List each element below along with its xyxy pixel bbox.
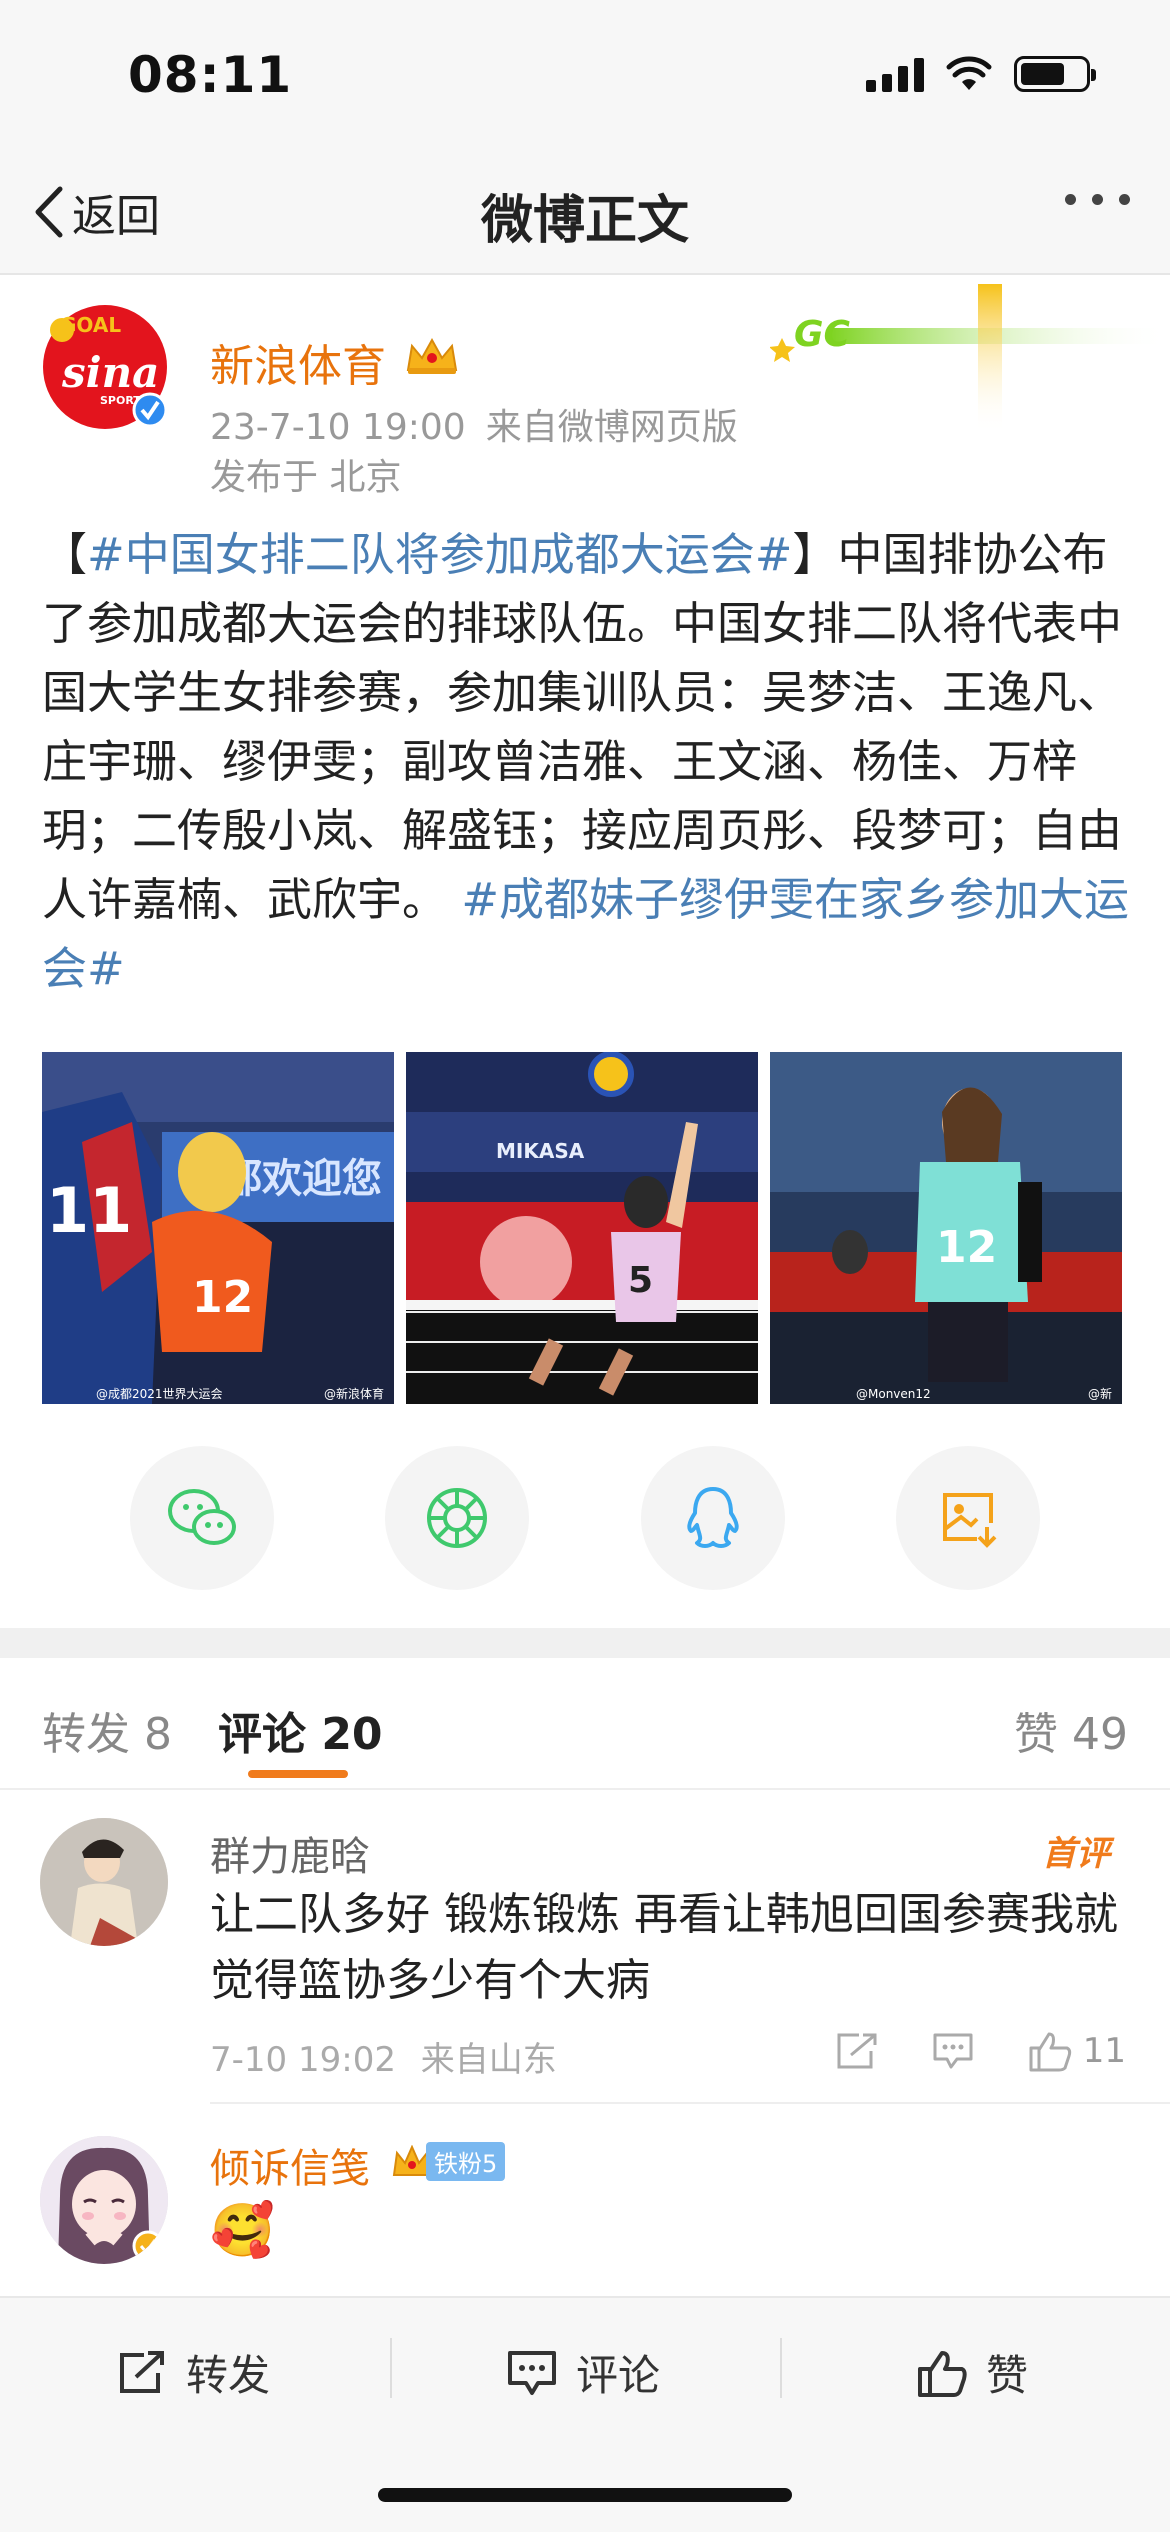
avatar[interactable] xyxy=(40,1818,168,1946)
wifi-icon xyxy=(946,56,992,90)
home-indicator xyxy=(378,2488,792,2502)
share-wechat-button[interactable] xyxy=(130,1446,274,1590)
save-image-button[interactable] xyxy=(895,1446,1040,1590)
comment-like-count: 11 xyxy=(1082,2031,1126,2071)
share-row xyxy=(130,1446,1040,1590)
status-time: 08:11 xyxy=(128,46,293,104)
comment-username[interactable]: 倾诉信笺 xyxy=(210,2136,370,2194)
svg-text:GC: GC xyxy=(794,314,851,355)
repost-label: 转发 xyxy=(186,2351,271,2400)
svg-text:sina: sina xyxy=(61,348,159,397)
post-text-segment: 【 xyxy=(42,528,88,581)
hashtag-link[interactable]: #中国女排二队将参加成都大运会# xyxy=(87,528,792,581)
tab-like[interactable]: 赞 49 xyxy=(1014,1698,1128,1762)
thumbs-up-icon xyxy=(1029,2032,1071,2072)
photo-3-watermark: @Monven12 xyxy=(856,1387,931,1401)
section-divider xyxy=(0,1628,1170,1658)
photo-1-watermark-2: @新浪体育 xyxy=(324,1386,384,1401)
repost-icon xyxy=(120,2350,164,2393)
status-bar: 08:11 xyxy=(0,0,1170,150)
crown-icon xyxy=(406,337,458,374)
post-timestamp: 23-7-10 19:00 xyxy=(210,407,466,448)
photo-1-jersey: 11 xyxy=(46,1174,132,1247)
photo-2-brand: MIKASA xyxy=(496,1139,585,1163)
fan-badge-label: 铁粉5 xyxy=(426,2142,506,2181)
repost-button[interactable]: 转发 xyxy=(116,2342,270,2403)
share-icon[interactable] xyxy=(835,2031,879,2071)
status-icons xyxy=(866,56,1096,92)
comment-emoji: 🥰 xyxy=(210,2201,275,2261)
share-qq-button[interactable] xyxy=(640,1446,785,1590)
first-comment-badge: 首评 xyxy=(1042,1834,1110,1874)
comment-label: 评论 xyxy=(576,2351,661,2400)
photo-grid: 郫都欢迎您 11 12 @成都2021世界大运会 @新浪体育 MIKASA 5 xyxy=(42,1052,1122,1404)
author-name[interactable]: 新浪体育 xyxy=(210,330,386,394)
post-text-segment: 】中国排协公布了参加成都大运会的排球队伍。中国女排二队将代表中国大学生女排参赛，… xyxy=(42,528,1123,926)
comment-time: 7-10 19:02 xyxy=(210,2040,396,2080)
photo-3-jersey: 12 xyxy=(936,1222,997,1273)
comment-like-button[interactable]: 11 xyxy=(1027,2030,1126,2072)
wechat-icon xyxy=(168,1489,236,1545)
comment-button[interactable]: 评论 xyxy=(506,2342,660,2403)
photo-1[interactable]: 郫都欢迎您 11 12 @成都2021世界大运会 @新浪体育 xyxy=(42,1052,394,1404)
comment-actions: 11 xyxy=(835,2030,1126,2072)
fan-badge: 铁粉5 xyxy=(392,2142,506,2181)
comment-icon xyxy=(508,2350,556,2395)
comment-meta: 7-10 19:02 来自山东 xyxy=(210,2032,557,2081)
tab-active-indicator xyxy=(248,1770,348,1778)
author-avatar[interactable]: GOAL sina SPORT xyxy=(40,292,170,432)
battery-icon xyxy=(1014,56,1096,92)
photo-3[interactable]: 12 @Monven12 @新 xyxy=(770,1052,1122,1404)
photo-2[interactable]: MIKASA 5 xyxy=(406,1052,758,1404)
save-image-icon xyxy=(942,1493,997,1548)
moments-icon xyxy=(427,1488,488,1548)
signal-icon xyxy=(866,56,924,92)
photo-3-watermark-2: @新 xyxy=(1088,1386,1112,1401)
bar-separator xyxy=(780,2338,782,2398)
share-moments-button[interactable] xyxy=(385,1446,530,1590)
reply-icon[interactable] xyxy=(931,2031,975,2071)
post-location: 发布于 北京 xyxy=(210,457,402,498)
qq-icon xyxy=(687,1487,739,1548)
photo-1-jersey-2: 12 xyxy=(192,1272,253,1323)
post-body: 【#中国女排二队将参加成都大运会#】中国排协公布了参加成都大运会的排球队伍。中国… xyxy=(42,520,1132,1003)
photo-1-watermark: @成都2021世界大运会 xyxy=(96,1387,223,1401)
post-source: 来自微博网页版 xyxy=(485,407,738,448)
tab-repost[interactable]: 转发 8 xyxy=(42,1698,172,1762)
interaction-tabs: 转发 8 评论 20 赞 49 xyxy=(0,1658,1170,1790)
like-label: 赞 xyxy=(986,2351,1029,2400)
page-title: 微博正文 xyxy=(480,191,689,251)
tab-comment[interactable]: 评论 20 xyxy=(218,1698,383,1762)
comment-separator xyxy=(210,2102,1170,2104)
goal-decoration: GC xyxy=(770,284,1170,434)
more-button[interactable] xyxy=(1065,194,1130,205)
thumbs-up-icon xyxy=(918,2350,967,2397)
comment-username[interactable]: 群力鹿晗 xyxy=(210,1824,370,1882)
comment-text: 让二队多好 锻炼锻炼 再看让韩旭回国参赛我就觉得篮协多少有个大病 xyxy=(210,1889,1118,2006)
photo-2-jersey: 5 xyxy=(628,1260,653,1301)
like-button[interactable]: 赞 xyxy=(916,2342,1028,2403)
post-meta: 23-7-10 19:00 来自微博网页版 xyxy=(210,398,758,450)
nav-bar: 返回 微博正文 xyxy=(0,150,1170,275)
bar-separator xyxy=(390,2338,392,2398)
avatar[interactable] xyxy=(40,2136,168,2264)
comment-source: 来自山东 xyxy=(420,2040,557,2080)
